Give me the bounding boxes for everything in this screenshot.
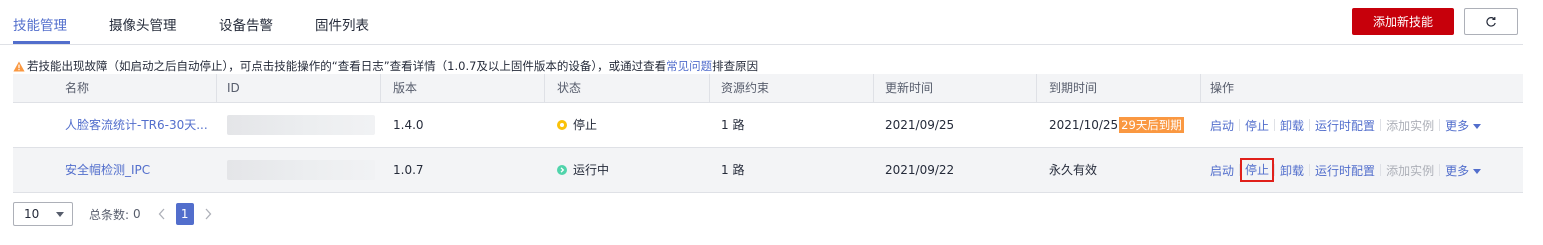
refresh-icon xyxy=(1486,16,1496,27)
add-instance-button: 添加实例 xyxy=(1386,118,1435,133)
chevron-left-icon xyxy=(158,208,165,220)
faq-link[interactable]: 常见问题 xyxy=(666,58,712,74)
chevron-right-icon xyxy=(205,208,212,220)
tab-camera-management[interactable]: 摄像头管理 xyxy=(109,14,177,34)
page-size-select[interactable]: 10 xyxy=(13,202,73,226)
column-header-version: 版本 xyxy=(393,81,418,95)
column-header-updated: 更新时间 xyxy=(885,81,934,95)
warning-icon xyxy=(13,61,25,72)
more-dropdown[interactable]: 更多 xyxy=(1445,117,1482,134)
start-button[interactable]: 启动 xyxy=(1210,162,1234,179)
tab-bar: 技能管理 摄像头管理 设备告警 固件列表 xyxy=(0,0,1523,45)
skill-name-link[interactable]: 安全帽检测_IPC xyxy=(65,148,150,192)
tab-device-alarm[interactable]: 设备告警 xyxy=(219,14,273,34)
row-operations: 启动 停止 卸载 运行时配置 添加实例 更多 xyxy=(1210,148,1482,192)
notice-text-tail: 排查原因 xyxy=(712,59,759,73)
add-instance-button: 添加实例 xyxy=(1386,163,1435,178)
skill-status: 停止 xyxy=(557,103,597,147)
stop-button[interactable]: 停止 xyxy=(1245,117,1269,134)
notice-text: 若技能出现故障（如启动之后自动停止），可点击技能操作的“查看日志”查看详情（1.… xyxy=(27,59,667,73)
expiry-badge: 29天后到期 xyxy=(1119,116,1184,133)
uninstall-button[interactable]: 卸载 xyxy=(1280,162,1304,179)
pagination: 10 总条数: 0 1 xyxy=(13,202,212,226)
column-header-expiry: 到期时间 xyxy=(1049,81,1098,95)
skill-updated-time: 2021/09/22 xyxy=(885,163,955,177)
skill-resource: 1 路 xyxy=(721,163,745,177)
notice-bar: 若技能出现故障（如启动之后自动停止），可点击技能操作的“查看日志”查看详情（1.… xyxy=(13,58,758,74)
more-dropdown[interactable]: 更多 xyxy=(1445,162,1482,179)
skill-updated-time: 2021/09/25 xyxy=(885,118,955,132)
stopped-status-icon xyxy=(557,119,567,130)
caret-down-icon xyxy=(56,212,64,217)
table-row: 安全帽检测_IPC 1.0.7 运行中 1 路 2021/09/22 永久有效 … xyxy=(13,148,1523,193)
skill-id-redacted xyxy=(227,160,375,180)
prev-page-button[interactable] xyxy=(158,208,166,220)
stop-button[interactable]: 停止 xyxy=(1240,158,1275,182)
total-count: 0 xyxy=(133,207,141,221)
runtime-config-button[interactable]: 运行时配置 xyxy=(1315,162,1375,179)
column-header-name: 名称 xyxy=(65,81,90,95)
refresh-button[interactable] xyxy=(1464,8,1518,35)
column-header-status: 状态 xyxy=(557,81,582,95)
tab-firmware-list[interactable]: 固件列表 xyxy=(315,14,369,34)
start-button[interactable]: 启动 xyxy=(1210,117,1234,134)
skills-table: 名称 ID 版本 状态 资源约束 更新时间 到期时间 操作 人脸客流统计-TR6… xyxy=(13,74,1523,193)
tab-skill-management[interactable]: 技能管理 xyxy=(13,14,67,34)
skill-id-redacted xyxy=(227,115,375,135)
caret-down-icon xyxy=(1473,123,1482,129)
next-page-button[interactable] xyxy=(204,208,212,220)
page-button-current[interactable]: 1 xyxy=(175,203,194,225)
column-header-resource: 资源约束 xyxy=(721,81,770,95)
column-header-id: ID xyxy=(227,81,240,95)
skill-expiry-time: 永久有效 xyxy=(1049,163,1098,177)
column-header-operations: 操作 xyxy=(1210,81,1235,95)
active-tab-indicator xyxy=(13,41,70,44)
skill-expiry-time: 2021/10/25 29天后到期 xyxy=(1049,116,1184,133)
total-label: 总条数: xyxy=(89,207,130,222)
skill-version: 1.0.7 xyxy=(393,163,424,177)
skill-name-link[interactable]: 人脸客流统计-TR6-30天... xyxy=(65,103,208,147)
skill-status: 运行中 xyxy=(557,148,609,192)
caret-down-icon xyxy=(1473,168,1482,174)
table-header: 名称 ID 版本 状态 资源约束 更新时间 到期时间 操作 xyxy=(13,74,1523,103)
row-operations: 启动 停止 卸载 运行时配置 添加实例 更多 xyxy=(1210,103,1482,147)
skill-version: 1.4.0 xyxy=(393,118,424,132)
skill-resource: 1 路 xyxy=(721,118,745,132)
runtime-config-button[interactable]: 运行时配置 xyxy=(1315,117,1375,134)
running-status-icon xyxy=(557,164,567,175)
uninstall-button[interactable]: 卸载 xyxy=(1280,117,1304,134)
table-row: 人脸客流统计-TR6-30天... 1.4.0 停止 1 路 2021/09/2… xyxy=(13,103,1523,148)
add-skill-button[interactable]: 添加新技能 xyxy=(1352,8,1454,35)
